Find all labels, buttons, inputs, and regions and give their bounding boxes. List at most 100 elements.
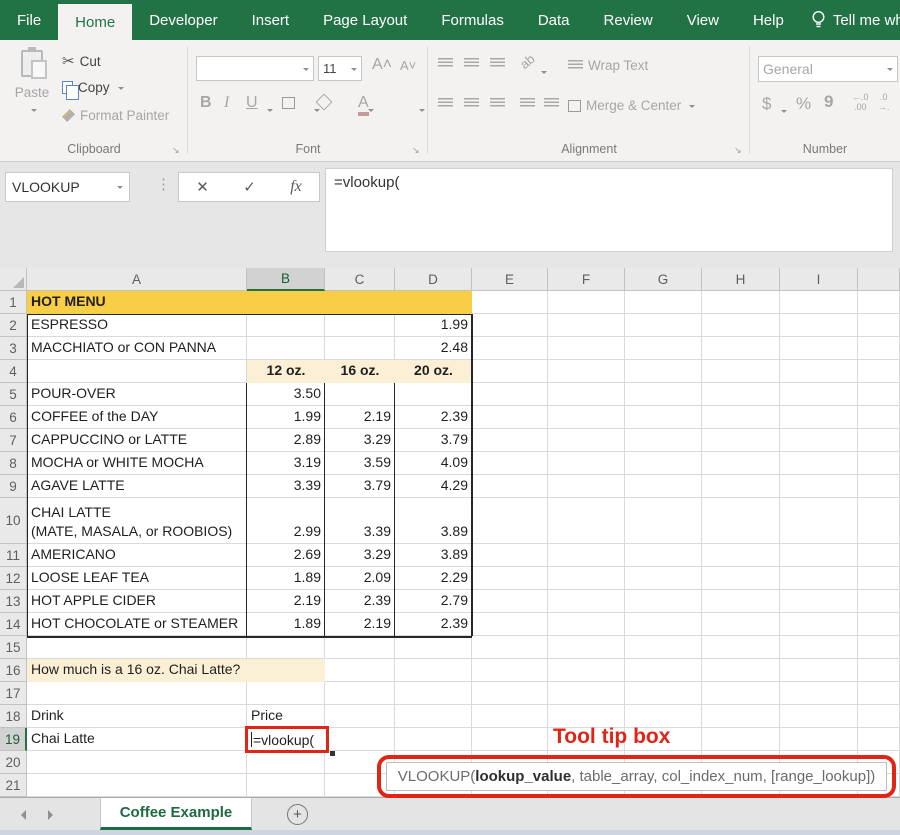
- row-header-15[interactable]: 15: [0, 636, 27, 659]
- cell-F7[interactable]: [548, 429, 625, 452]
- cell-G5[interactable]: [625, 383, 702, 406]
- cell-D16[interactable]: [395, 659, 472, 682]
- cell-I19[interactable]: [780, 728, 858, 751]
- cell-D5[interactable]: [395, 383, 472, 406]
- cell-E10[interactable]: [472, 498, 548, 544]
- cell-J6[interactable]: [858, 406, 900, 429]
- cell-B15[interactable]: [247, 636, 325, 659]
- cell-I1[interactable]: [780, 291, 858, 314]
- cell-G13[interactable]: [625, 590, 702, 613]
- cell-E13[interactable]: [472, 590, 548, 613]
- align-left-icon[interactable]: [438, 98, 453, 109]
- cell-H18[interactable]: [702, 705, 780, 728]
- cell-E6[interactable]: [472, 406, 548, 429]
- cell-I18[interactable]: [780, 705, 858, 728]
- cell-I7[interactable]: [780, 429, 858, 452]
- cell-C16[interactable]: [325, 659, 395, 682]
- cell-F1[interactable]: [548, 291, 625, 314]
- cell-I17[interactable]: [780, 682, 858, 705]
- cell-J11[interactable]: [858, 544, 900, 567]
- cell-C5[interactable]: [325, 383, 395, 406]
- column-header-D[interactable]: D: [395, 268, 472, 291]
- cell-F9[interactable]: [548, 475, 625, 498]
- align-center-icon[interactable]: [464, 98, 479, 109]
- cell-B2[interactable]: [247, 314, 325, 337]
- cell-F6[interactable]: [548, 406, 625, 429]
- cell-C19[interactable]: [325, 728, 395, 751]
- cell-G6[interactable]: [625, 406, 702, 429]
- number-format-combo[interactable]: General: [758, 56, 898, 82]
- cell-H7[interactable]: [702, 429, 780, 452]
- column-header-partial[interactable]: [858, 268, 900, 291]
- cell-F8[interactable]: [548, 452, 625, 475]
- column-header-A[interactable]: A: [27, 268, 247, 291]
- cell-F4[interactable]: [548, 360, 625, 383]
- formula-bar-input[interactable]: =vlookup(: [325, 168, 893, 252]
- cell-I11[interactable]: [780, 544, 858, 567]
- font-color-dropdown-icon[interactable]: [419, 109, 425, 115]
- cell-A21[interactable]: [27, 774, 247, 797]
- cell-G9[interactable]: [625, 475, 702, 498]
- column-header-I[interactable]: I: [780, 268, 858, 291]
- column-header-C[interactable]: C: [325, 268, 395, 291]
- column-header-B[interactable]: B: [247, 268, 325, 291]
- cell-I10[interactable]: [780, 498, 858, 544]
- sheet-nav-right-icon[interactable]: [48, 810, 58, 820]
- active-cell-b19[interactable]: =vlookup(: [245, 726, 329, 753]
- cell-F16[interactable]: [548, 659, 625, 682]
- cell-E1[interactable]: [472, 291, 548, 314]
- row-header-14[interactable]: 14: [0, 613, 27, 636]
- cell-J9[interactable]: [858, 475, 900, 498]
- cell-B17[interactable]: [247, 682, 325, 705]
- decrease-decimal-button[interactable]: .0→.: [878, 92, 890, 112]
- cancel-entry-button[interactable]: ✕: [196, 178, 209, 196]
- orientation-icon[interactable]: ab: [517, 51, 538, 72]
- fill-color-icon[interactable]: [316, 94, 333, 111]
- cell-C3[interactable]: [325, 337, 395, 360]
- cell-I9[interactable]: [780, 475, 858, 498]
- font-dialog-launcher-icon[interactable]: ↘: [412, 145, 420, 156]
- cell-G15[interactable]: [625, 636, 702, 659]
- cell-I8[interactable]: [780, 452, 858, 475]
- column-header-E[interactable]: E: [472, 268, 548, 291]
- cell-H10[interactable]: [702, 498, 780, 544]
- cell-J3[interactable]: [858, 337, 900, 360]
- cell-F14[interactable]: [548, 613, 625, 636]
- ribbon-tab-help[interactable]: Help: [736, 0, 801, 40]
- cell-J18[interactable]: [858, 705, 900, 728]
- cell-D19[interactable]: [395, 728, 472, 751]
- borders-button-icon[interactable]: [282, 97, 295, 109]
- borders-dropdown-icon[interactable]: [314, 109, 320, 115]
- cell-G12[interactable]: [625, 567, 702, 590]
- row-header-18[interactable]: 18: [0, 705, 27, 728]
- cell-G11[interactable]: [625, 544, 702, 567]
- select-all-corner[interactable]: [0, 268, 27, 291]
- cell-I4[interactable]: [780, 360, 858, 383]
- copy-button[interactable]: Copy: [62, 80, 124, 95]
- cell-J10[interactable]: [858, 498, 900, 544]
- cell-I6[interactable]: [780, 406, 858, 429]
- cell-A20[interactable]: [27, 751, 247, 774]
- cell-G4[interactable]: [625, 360, 702, 383]
- underline-dropdown-icon[interactable]: [267, 109, 273, 115]
- cell-H14[interactable]: [702, 613, 780, 636]
- cell-I13[interactable]: [780, 590, 858, 613]
- cell-J16[interactable]: [858, 659, 900, 682]
- cell-F12[interactable]: [548, 567, 625, 590]
- cell-H12[interactable]: [702, 567, 780, 590]
- decrease-indent-icon[interactable]: [520, 98, 535, 109]
- cell-J13[interactable]: [858, 590, 900, 613]
- cell-I12[interactable]: [780, 567, 858, 590]
- column-header-G[interactable]: G: [625, 268, 702, 291]
- cell-I14[interactable]: [780, 613, 858, 636]
- row-header-10[interactable]: 10: [0, 498, 27, 544]
- cell-E14[interactable]: [472, 613, 548, 636]
- cell-F10[interactable]: [548, 498, 625, 544]
- cell-I3[interactable]: [780, 337, 858, 360]
- font-size-combo[interactable]: 11: [318, 56, 362, 81]
- cell-A17[interactable]: [27, 682, 247, 705]
- insert-function-button[interactable]: fx: [290, 178, 302, 196]
- cell-F13[interactable]: [548, 590, 625, 613]
- increase-decimal-button[interactable]: ←.0.00: [852, 92, 869, 112]
- ribbon-tab-formulas[interactable]: Formulas: [424, 0, 521, 40]
